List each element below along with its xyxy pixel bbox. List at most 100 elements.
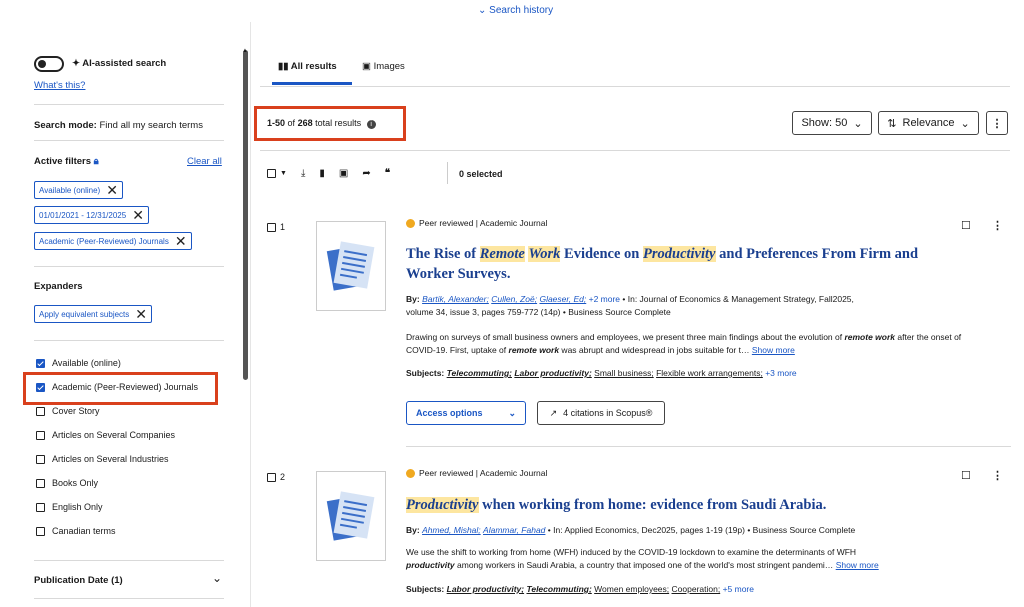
result-abstract: Drawing on surveys of small business own… bbox=[406, 332, 962, 355]
chevron-down-icon: ⌄ bbox=[960, 117, 970, 130]
more-authors-link[interactable]: +2 more bbox=[589, 294, 620, 304]
sort-select[interactable]: ⇅ Relevance ⌄ bbox=[878, 111, 979, 135]
result-checkbox[interactable]: 2 bbox=[267, 472, 285, 482]
subject-link[interactable]: Cooperation; bbox=[672, 584, 721, 594]
lock-icon: 🔒︎ bbox=[93, 156, 99, 167]
bookmark-icon[interactable]: ☐ bbox=[961, 469, 971, 482]
subject-link[interactable]: Flexible work arrangements; bbox=[656, 368, 763, 378]
result-meta: By: Ahmed, Mishal; Alammar, Fahad • In: … bbox=[406, 525, 856, 535]
author-link[interactable]: Bartik, Alexander; bbox=[422, 294, 489, 304]
folder-icon[interactable]: ▣ bbox=[339, 168, 348, 179]
clear-all-link[interactable]: Clear all bbox=[187, 156, 222, 167]
close-icon[interactable]: ✕ bbox=[106, 183, 118, 197]
filter-chip-available[interactable]: Available (online) ✕ bbox=[34, 181, 123, 199]
search-history-toggle[interactable]: ⌄ Search history bbox=[478, 5, 553, 16]
show-more-link[interactable]: Show more bbox=[836, 560, 879, 570]
ai-search-label: ✦ AI-assisted search bbox=[72, 58, 167, 69]
peer-reviewed-badge-icon bbox=[406, 219, 415, 229]
share-icon[interactable]: ➦ bbox=[362, 168, 370, 179]
chevron-down-icon[interactable]: ⌄ bbox=[212, 571, 222, 585]
document-thumbnail[interactable] bbox=[316, 221, 386, 311]
document-thumbnail[interactable] bbox=[316, 471, 386, 561]
checkbox-icon[interactable] bbox=[36, 406, 45, 416]
checkbox-books-only[interactable]: Books Only bbox=[36, 478, 98, 488]
scroll-up-icon[interactable]: ▲ bbox=[242, 48, 248, 54]
chevron-down-icon: ⌄ bbox=[478, 5, 487, 16]
result-type-line: Peer reviewed | Academic Journal bbox=[406, 218, 547, 229]
sidebar-scrollbar[interactable] bbox=[243, 50, 248, 380]
subject-link[interactable]: Labor productivity; bbox=[514, 368, 591, 378]
checkbox-icon[interactable] bbox=[36, 502, 45, 512]
author-link[interactable]: Ahmed, Mishal; bbox=[422, 525, 481, 535]
close-icon[interactable]: ✕ bbox=[135, 307, 147, 321]
subject-link[interactable]: Telecommuting; bbox=[447, 368, 512, 378]
filter-chip-peer-reviewed[interactable]: Academic (Peer-Reviewed) Journals ✕ bbox=[34, 232, 192, 250]
kebab-icon[interactable]: ⋮ bbox=[992, 469, 1003, 482]
subject-link[interactable]: Telecommuting; bbox=[526, 584, 591, 594]
checkbox-english-only[interactable]: English Only bbox=[36, 502, 103, 512]
external-link-icon: ↗ bbox=[549, 407, 558, 418]
result-type-line: Peer reviewed | Academic Journal bbox=[406, 468, 547, 479]
tab-images[interactable]: ▣ Images bbox=[362, 61, 405, 72]
selected-count: 0 selected bbox=[459, 169, 503, 179]
show-more-link[interactable]: Show more bbox=[752, 345, 795, 355]
result-checkbox[interactable]: 1 bbox=[267, 222, 285, 232]
filter-chip-date[interactable]: 01/01/2021 - 12/31/2025 ✕ bbox=[34, 206, 149, 224]
close-icon[interactable]: ✕ bbox=[175, 234, 187, 248]
select-all-checkbox[interactable]: ▼ bbox=[267, 169, 287, 178]
bookmark-icon[interactable]: ▮ bbox=[319, 168, 325, 179]
citations-button[interactable]: ↗ 4 citations in Scopus® bbox=[537, 401, 665, 425]
author-link[interactable]: Glaeser, Ed; bbox=[539, 294, 586, 304]
checkbox-icon[interactable] bbox=[36, 454, 45, 464]
checkbox-icon[interactable] bbox=[36, 478, 45, 488]
download-icon[interactable]: ⤓ bbox=[301, 168, 305, 179]
tab-all-results[interactable]: ▮▮ All results bbox=[278, 61, 337, 72]
result-title[interactable]: Productivity when working from home: evi… bbox=[406, 495, 986, 515]
publication-date-filter[interactable]: Publication Date (1) bbox=[34, 575, 123, 586]
checkbox-cover-story[interactable]: Cover Story bbox=[36, 406, 100, 416]
result-title[interactable]: The Rise of Remote Work Evidence on Prod… bbox=[406, 244, 966, 284]
access-options-button[interactable]: Access options ⌄ bbox=[406, 401, 526, 425]
more-subjects-link[interactable]: +3 more bbox=[765, 368, 796, 378]
checkbox-peer-reviewed[interactable]: Academic (Peer-Reviewed) Journals bbox=[36, 382, 198, 392]
sparkle-icon: ✦ bbox=[72, 58, 80, 69]
result-abstract: We use the shift to working from home (W… bbox=[406, 547, 879, 570]
checkbox-several-companies[interactable]: Articles on Several Companies bbox=[36, 430, 175, 440]
peer-reviewed-badge-icon bbox=[406, 469, 415, 479]
checkbox-available[interactable]: Available (online) bbox=[36, 358, 121, 368]
cite-icon[interactable]: ❝ bbox=[385, 168, 390, 179]
checkbox-several-industries[interactable]: Articles on Several Industries bbox=[36, 454, 169, 464]
expanders-heading: Expanders bbox=[34, 281, 83, 292]
more-options-button[interactable]: ⋮ bbox=[986, 111, 1008, 135]
results-count: 1-50 of 268 total results i bbox=[267, 118, 376, 129]
ai-search-toggle[interactable] bbox=[34, 56, 64, 72]
result-subjects: Subjects: Telecommuting; Labor productiv… bbox=[406, 368, 797, 378]
checkbox-icon[interactable] bbox=[36, 382, 45, 392]
checkbox-icon[interactable] bbox=[36, 430, 45, 440]
subject-link[interactable]: Women employees; bbox=[594, 584, 669, 594]
subject-link[interactable]: Labor productivity; bbox=[447, 584, 524, 594]
more-subjects-link[interactable]: +5 more bbox=[723, 584, 754, 594]
image-icon: ▣ bbox=[362, 61, 371, 72]
result-subjects: Subjects: Labor productivity; Telecommut… bbox=[406, 584, 754, 594]
kebab-icon: ⋮ bbox=[991, 117, 1003, 130]
chevron-down-icon: ⌄ bbox=[853, 117, 863, 130]
sort-icon: ⇅ bbox=[887, 117, 897, 130]
whats-this-link[interactable]: What's this? bbox=[34, 80, 85, 91]
checkbox-icon[interactable] bbox=[36, 526, 45, 536]
kebab-icon[interactable]: ⋮ bbox=[992, 219, 1003, 232]
active-tab-indicator bbox=[272, 82, 352, 85]
expander-chip[interactable]: Apply equivalent subjects ✕ bbox=[34, 305, 153, 323]
result-meta: By: Bartik, Alexander; Cullen, Zoë; Glae… bbox=[406, 294, 854, 317]
bookmark-icon[interactable]: ☐ bbox=[961, 219, 971, 232]
close-icon[interactable]: ✕ bbox=[132, 208, 144, 222]
info-icon[interactable]: i bbox=[366, 120, 376, 129]
checkbox-icon[interactable] bbox=[36, 358, 45, 368]
checkbox-canadian-terms[interactable]: Canadian terms bbox=[36, 526, 116, 536]
author-link[interactable]: Cullen, Zoë; bbox=[491, 294, 537, 304]
active-filters-heading: Active filters 🔒︎ bbox=[34, 156, 99, 167]
subject-link[interactable]: Small business; bbox=[594, 368, 654, 378]
author-link[interactable]: Alammar, Fahad bbox=[483, 525, 545, 535]
show-per-page-select[interactable]: Show: 50 ⌄ bbox=[792, 111, 872, 135]
chevron-down-icon: ⌄ bbox=[508, 407, 516, 418]
